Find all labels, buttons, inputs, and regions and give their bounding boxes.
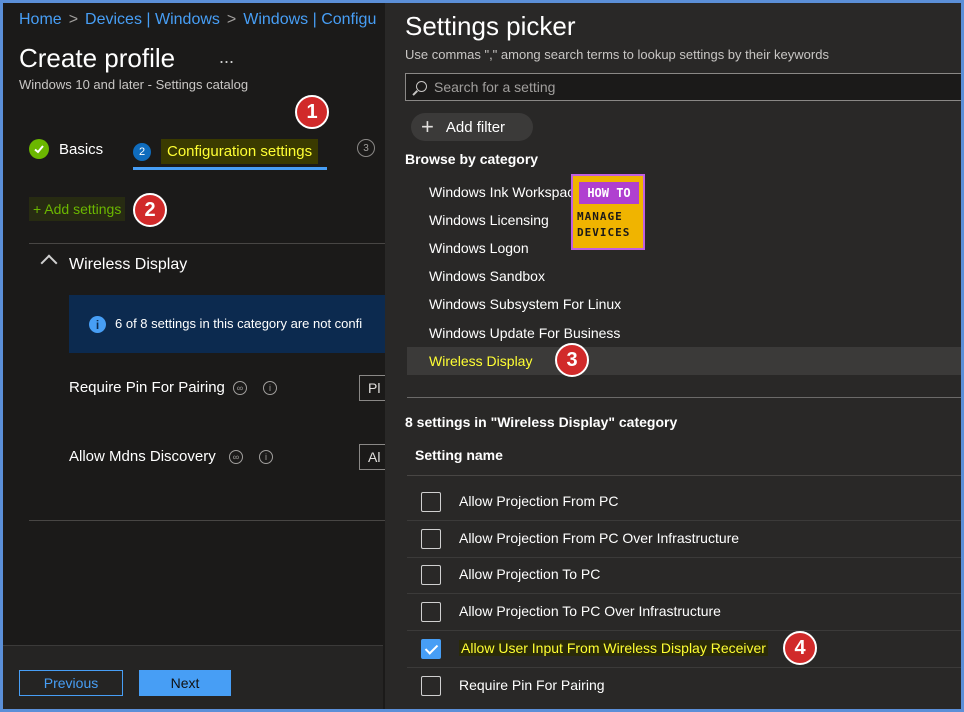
category-item[interactable]: Windows Logon	[429, 240, 529, 256]
setting-row[interactable]: Allow Projection To PC Over Infrastructu…	[407, 594, 961, 631]
checkbox[interactable]	[421, 676, 441, 696]
previous-button[interactable]: Previous	[19, 670, 123, 696]
step-number-badge: 2	[133, 142, 151, 161]
category-item-selected[interactable]: Wireless Display	[429, 353, 532, 369]
add-filter-label: Add filter	[445, 118, 506, 136]
callout-badge-3: 3	[555, 343, 589, 377]
setting-row-label: Require Pin For Pairing	[459, 677, 605, 693]
add-filter-button[interactable]: + Add filter	[411, 113, 533, 141]
breadcrumb-home[interactable]: Home	[19, 11, 62, 28]
chevron-right-icon: >	[68, 11, 79, 28]
divider	[407, 397, 961, 398]
setting-name-column-header[interactable]: Setting name	[415, 447, 503, 463]
breadcrumb-devices-windows[interactable]: Devices | Windows	[85, 11, 220, 28]
breadcrumb: Home > Devices | Windows > Windows | Configu	[19, 11, 376, 29]
setting-row-label: Allow User Input From Wireless Display R…	[459, 640, 768, 656]
setting-row-label: Allow Projection To PC Over Infrastructu…	[459, 603, 721, 619]
add-settings-link[interactable]: + Add settings	[29, 197, 126, 221]
active-step-underline	[133, 167, 327, 170]
category-item[interactable]: Windows Sandbox	[429, 268, 545, 284]
setting-row-label: Allow Projection From PC	[459, 493, 619, 509]
divider	[29, 243, 389, 244]
divider	[29, 520, 389, 521]
callout-badge-4: 4	[783, 631, 817, 665]
step-basics-label: Basics	[59, 140, 104, 158]
checkbox[interactable]	[421, 529, 441, 549]
category-item[interactable]: Windows Update For Business	[429, 325, 620, 341]
picker-hint: Use commas "," among search terms to loo…	[405, 47, 829, 62]
category-item[interactable]: Windows Ink Workspace	[429, 184, 582, 200]
setting-row[interactable]: Allow Projection To PC	[407, 557, 961, 594]
step-configuration-settings[interactable]: 2 Configuration settings	[133, 139, 319, 164]
screenshot-frame: Home > Devices | Windows > Windows | Configu…	[0, 0, 964, 712]
checkbox-checked[interactable]	[421, 639, 441, 659]
step-configuration-label: Configuration settings	[161, 139, 319, 164]
logo-line-1: HOW TO	[579, 182, 639, 204]
settings-picker-panel: Settings picker Use commas "," among sea…	[385, 3, 961, 709]
logo-line-2: MANAGE	[577, 210, 623, 223]
category-item[interactable]: Windows Licensing	[429, 212, 549, 228]
step-number-badge: 3	[357, 139, 375, 157]
checkmark-icon	[29, 139, 49, 159]
settings-link-icon[interactable]: ∞	[233, 381, 247, 395]
search-placeholder: Search for a setting	[434, 79, 556, 95]
step-three[interactable]: 3	[357, 139, 385, 157]
page-title: Create profile	[19, 43, 176, 73]
step-basics[interactable]: Basics	[29, 139, 103, 159]
more-options-button[interactable]: ...	[219, 47, 234, 68]
page-subtitle: Windows 10 and later - Settings catalog	[19, 77, 249, 92]
setting-row-label: Allow Projection From PC Over Infrastruc…	[459, 530, 740, 546]
setting-row[interactable]: Allow Projection From PC	[407, 484, 961, 521]
info-banner: i 6 of 8 settings in this category are n…	[69, 295, 389, 353]
info-icon[interactable]: i	[263, 381, 277, 395]
callout-badge-2: 2	[133, 193, 167, 227]
setting-label-allow-mdns: Allow Mdns Discovery	[69, 448, 216, 465]
divider	[407, 475, 961, 476]
breadcrumb-windows-config[interactable]: Windows | Configu	[243, 11, 376, 28]
info-icon: i	[89, 316, 106, 333]
chevron-right-icon: >	[226, 11, 237, 28]
logo-line-3: DEVICES	[577, 226, 631, 239]
setting-row-label: Allow Projection To PC	[459, 566, 601, 582]
section-title[interactable]: Wireless Display	[69, 256, 187, 274]
setting-row-checked[interactable]: Allow User Input From Wireless Display R…	[407, 631, 961, 668]
settings-link-icon[interactable]: ∞	[229, 450, 243, 464]
checkbox[interactable]	[421, 602, 441, 622]
chevron-up-icon[interactable]	[40, 254, 58, 272]
callout-badge-1: 1	[295, 95, 329, 129]
checkbox[interactable]	[421, 565, 441, 585]
info-icon[interactable]: i	[259, 450, 273, 464]
setting-row[interactable]: Allow Projection From PC Over Infrastruc…	[407, 521, 961, 558]
category-count-label: 8 settings in "Wireless Display" categor…	[405, 414, 678, 430]
info-banner-text: 6 of 8 settings in this category are not…	[115, 316, 363, 331]
next-button[interactable]: Next	[139, 670, 231, 696]
search-icon	[416, 81, 427, 92]
plus-icon: +	[421, 114, 434, 139]
setting-row[interactable]: Require Pin For Pairing	[407, 668, 961, 704]
search-input[interactable]: Search for a setting	[405, 73, 961, 101]
how-to-manage-devices-logo: HOW TO MANAGE DEVICES	[571, 174, 645, 250]
setting-label-require-pin: Require Pin For Pairing	[69, 379, 225, 396]
browse-by-category-heading: Browse by category	[405, 151, 539, 167]
checkbox[interactable]	[421, 492, 441, 512]
footer-bar: Previous Next	[3, 645, 383, 709]
picker-title: Settings picker	[405, 11, 576, 41]
category-item[interactable]: Windows Subsystem For Linux	[429, 296, 621, 312]
